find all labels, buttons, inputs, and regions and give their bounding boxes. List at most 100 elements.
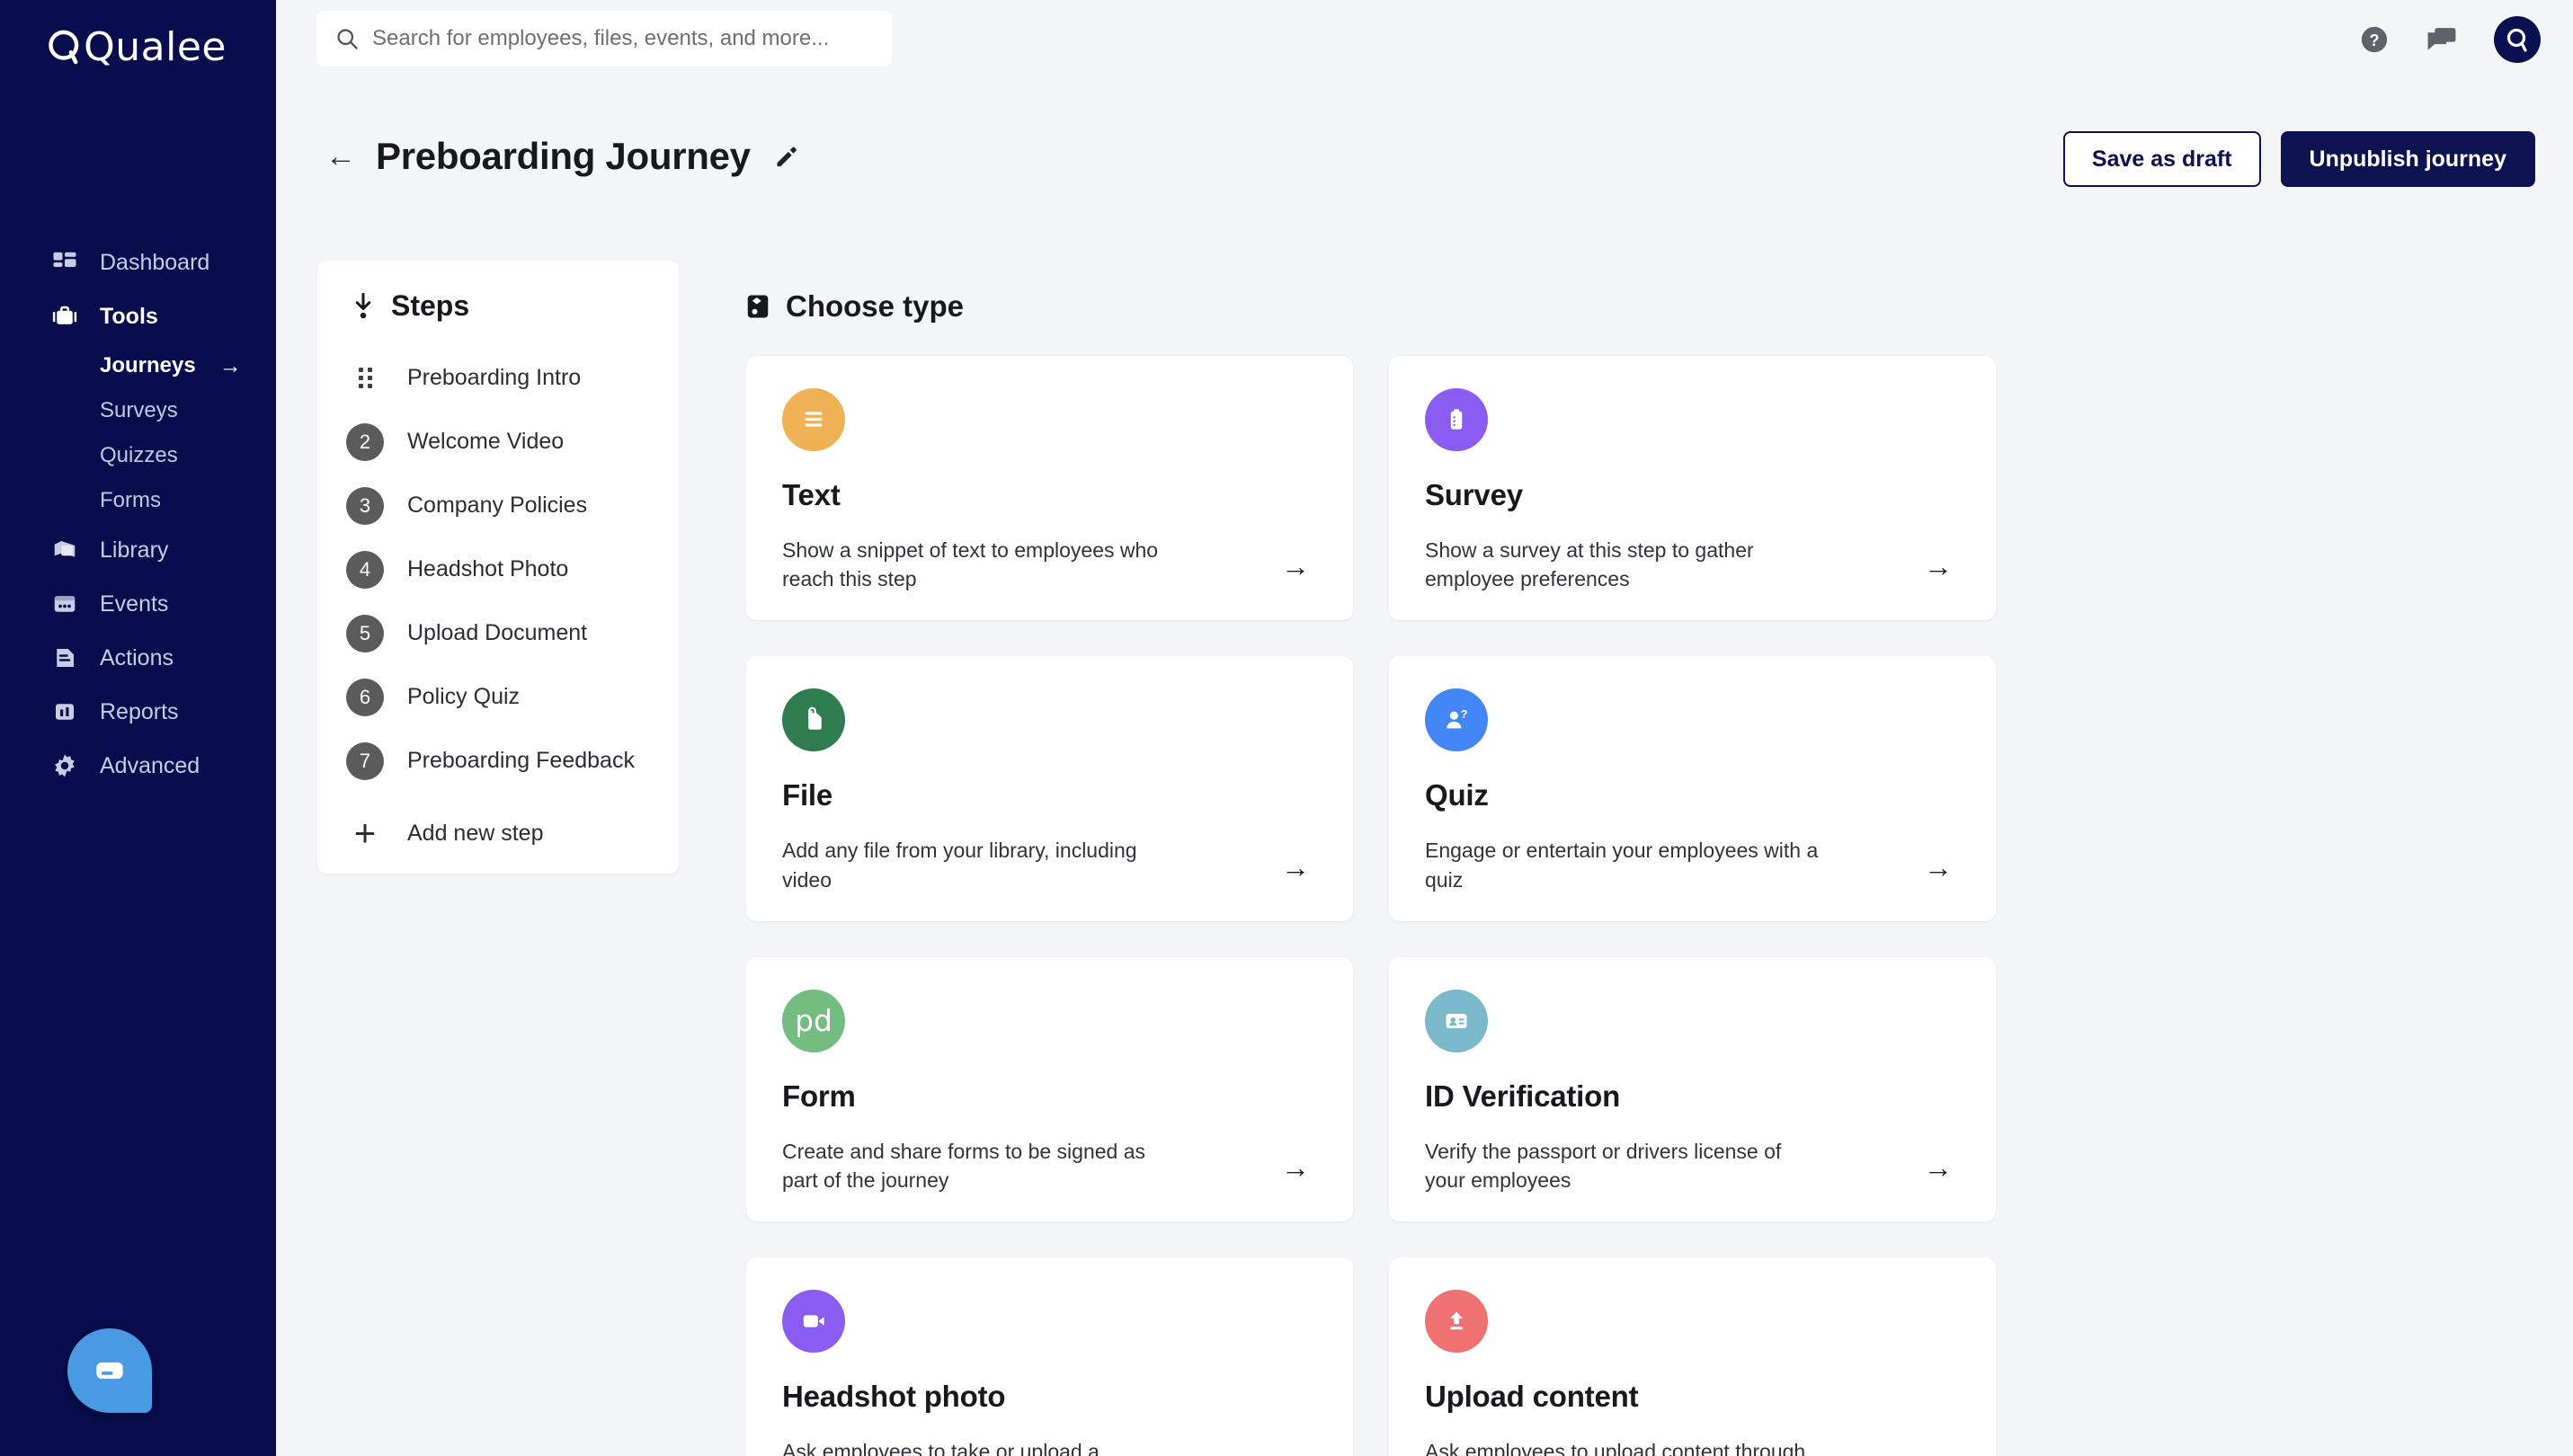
briefcase-icon bbox=[49, 301, 80, 332]
chat-widget-button[interactable] bbox=[67, 1328, 152, 1413]
sidebar: Qualee Dashboard Tools Journeys → Survey… bbox=[0, 0, 276, 1456]
back-button[interactable]: ← bbox=[325, 141, 356, 172]
insert-step-icon bbox=[352, 293, 375, 320]
card-title: File bbox=[782, 778, 1317, 812]
add-new-step-button[interactable]: + Add new step bbox=[317, 814, 679, 852]
step-label: Preboarding Intro bbox=[407, 365, 581, 391]
steps-header: Steps bbox=[317, 289, 679, 323]
topbar: ? bbox=[276, 0, 2573, 83]
type-card-id-verification[interactable]: ID Verification Verify the passport or d… bbox=[1389, 957, 1996, 1221]
clipboard-icon bbox=[1425, 388, 1488, 451]
card-description: Show a snippet of text to employees who … bbox=[782, 536, 1178, 593]
user-avatar-icon bbox=[2502, 24, 2533, 55]
sidebar-item-label: Library bbox=[100, 537, 168, 564]
pencil-icon[interactable] bbox=[774, 144, 799, 169]
help-circle-icon[interactable]: ? bbox=[2359, 24, 2390, 55]
save-as-draft-button[interactable]: Save as draft bbox=[2063, 131, 2261, 187]
step-row[interactable]: 3 Company Policies bbox=[317, 474, 679, 537]
chat-bubble-icon bbox=[90, 1351, 129, 1390]
card-title: Upload content bbox=[1425, 1380, 1960, 1414]
sidebar-item-actions[interactable]: Actions bbox=[0, 631, 276, 685]
sidebar-item-library[interactable]: Library bbox=[0, 523, 276, 577]
sidebar-item-reports[interactable]: Reports bbox=[0, 685, 276, 739]
card-arrow-icon[interactable]: → bbox=[1924, 853, 1953, 882]
type-card-survey[interactable]: Survey Show a survey at this step to gat… bbox=[1389, 356, 1996, 620]
step-label: Upload Document bbox=[407, 620, 587, 646]
sidebar-subitem-journeys[interactable]: Journeys → bbox=[0, 343, 276, 388]
card-arrow-icon[interactable]: → bbox=[1281, 1153, 1310, 1182]
sidebar-item-label: Events bbox=[100, 591, 168, 617]
sidebar-subitem-quizzes[interactable]: Quizzes bbox=[0, 433, 276, 478]
card-description: Add any file from your library, includin… bbox=[782, 836, 1178, 893]
type-card-text[interactable]: Text Show a snippet of text to employees… bbox=[746, 356, 1353, 620]
search-box[interactable] bbox=[316, 11, 892, 67]
card-title: Quiz bbox=[1425, 778, 1960, 812]
type-card-file[interactable]: File Add any file from your library, inc… bbox=[746, 656, 1353, 920]
card-description: Ask employees to upload content through … bbox=[1425, 1437, 1821, 1456]
text-lines-icon bbox=[782, 388, 845, 451]
type-card-headshot-photo[interactable]: Headshot photo Ask employees to take or … bbox=[746, 1257, 1353, 1456]
step-row[interactable]: Preboarding Intro bbox=[317, 346, 679, 410]
sidebar-item-label: Reports bbox=[100, 699, 179, 725]
choose-type-header: Choose type bbox=[746, 289, 1996, 324]
card-arrow-icon[interactable]: → bbox=[1924, 1153, 1953, 1182]
step-number-badge: 3 bbox=[346, 487, 384, 525]
step-number-badge: 6 bbox=[346, 679, 384, 716]
sidebar-item-label: Tools bbox=[100, 304, 158, 330]
sidebar-item-label: Advanced bbox=[100, 753, 200, 779]
sidebar-item-dashboard[interactable]: Dashboard bbox=[0, 235, 276, 289]
card-arrow-icon[interactable]: → bbox=[1924, 552, 1953, 581]
sidebar-item-tools[interactable]: Tools bbox=[0, 289, 276, 343]
plus-icon: + bbox=[346, 814, 384, 852]
card-description: Create and share forms to be signed as p… bbox=[782, 1137, 1178, 1194]
choose-type-icon bbox=[746, 293, 770, 320]
sidebar-item-events[interactable]: Events bbox=[0, 577, 276, 631]
step-row[interactable]: 7 Preboarding Feedback bbox=[317, 729, 679, 793]
unpublish-journey-button[interactable]: Unpublish journey bbox=[2281, 131, 2535, 187]
card-title: Headshot photo bbox=[782, 1380, 1317, 1414]
type-card-quiz[interactable]: ? Quiz Engage or entertain your employee… bbox=[1389, 656, 1996, 920]
card-title: ID Verification bbox=[1425, 1079, 1960, 1114]
gear-icon bbox=[49, 750, 80, 781]
step-row[interactable]: 5 Upload Document bbox=[317, 601, 679, 665]
search-input[interactable] bbox=[372, 26, 874, 51]
step-label: Company Policies bbox=[407, 493, 587, 519]
step-label: Preboarding Feedback bbox=[407, 748, 635, 774]
sidebar-item-advanced[interactable]: Advanced bbox=[0, 739, 276, 793]
sidebar-nav: Dashboard Tools Journeys → Surveys Quizz… bbox=[0, 235, 276, 793]
calendar-icon bbox=[49, 589, 80, 619]
library-icon bbox=[49, 535, 80, 565]
card-title: Survey bbox=[1425, 478, 1960, 512]
upload-arrow-icon bbox=[1425, 1290, 1488, 1353]
sidebar-item-label: Actions bbox=[100, 645, 174, 671]
sidebar-subitem-forms[interactable]: Forms bbox=[0, 478, 276, 523]
steps-panel: Steps Preboarding Intro 2 Welcome Video … bbox=[317, 261, 679, 874]
qualee-logo-text: Qualee bbox=[84, 24, 227, 70]
type-card-grid: Text Show a snippet of text to employees… bbox=[746, 356, 1996, 1456]
step-number-badge: 4 bbox=[346, 551, 384, 589]
dashboard-icon bbox=[49, 247, 80, 278]
page-header: ← Preboarding Journey Save as draft Unpu… bbox=[276, 135, 2573, 216]
step-row[interactable]: 6 Policy Quiz bbox=[317, 665, 679, 729]
sidebar-subitem-label: Forms bbox=[100, 488, 161, 513]
messages-icon[interactable] bbox=[2426, 26, 2458, 53]
add-new-step-label: Add new step bbox=[407, 821, 544, 847]
drag-handle-icon[interactable] bbox=[346, 360, 384, 397]
sidebar-subitem-surveys[interactable]: Surveys bbox=[0, 388, 276, 433]
type-card-form[interactable]: pd Form Create and share forms to be sig… bbox=[746, 957, 1353, 1221]
topbar-actions: ? bbox=[2359, 16, 2541, 63]
qualee-logo[interactable]: Qualee bbox=[47, 20, 227, 74]
step-number-badge: 5 bbox=[346, 615, 384, 653]
step-row[interactable]: 4 Headshot Photo bbox=[317, 537, 679, 601]
card-arrow-icon[interactable]: → bbox=[1281, 552, 1310, 581]
actions-icon bbox=[49, 643, 80, 673]
step-number-badge: 2 bbox=[346, 423, 384, 461]
step-label: Welcome Video bbox=[407, 429, 564, 455]
step-row[interactable]: 2 Welcome Video bbox=[317, 410, 679, 474]
avatar[interactable] bbox=[2494, 16, 2541, 63]
video-camera-icon bbox=[782, 1290, 845, 1353]
qualee-logo-mark bbox=[47, 26, 84, 67]
type-card-upload-content[interactable]: Upload content Ask employees to upload c… bbox=[1389, 1257, 1996, 1456]
card-description: Verify the passport or drivers license o… bbox=[1425, 1137, 1821, 1194]
card-arrow-icon[interactable]: → bbox=[1281, 853, 1310, 882]
